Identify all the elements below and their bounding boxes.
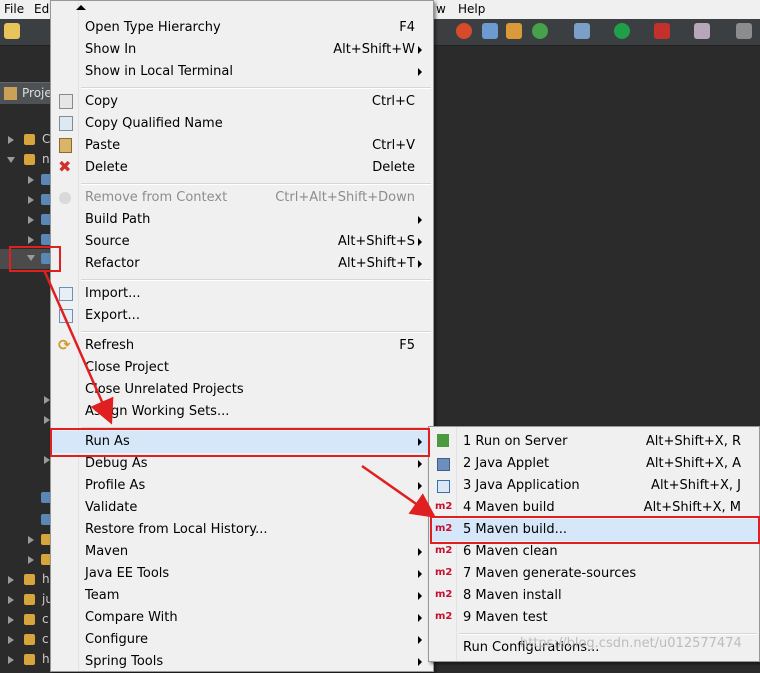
watermark: https://blog.csdn.net/u012577474: [520, 636, 742, 651]
annotation-arrows: [42, 269, 437, 518]
annotation-arrow-to-run-as: [42, 269, 114, 425]
annotation-arrow-to-maven-build: [361, 464, 437, 518]
